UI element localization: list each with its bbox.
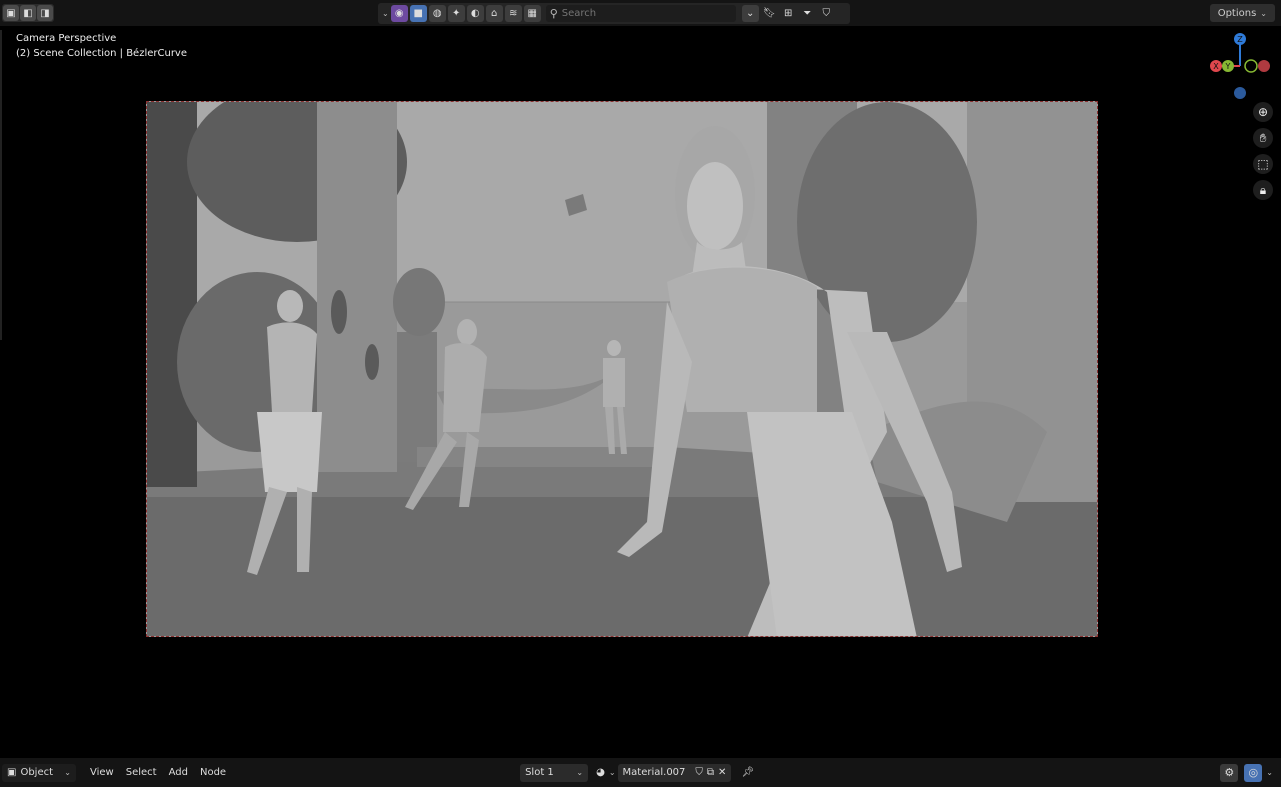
pin-icon[interactable]: 📌︎: [741, 767, 754, 778]
chevron-down-icon: ⌄: [576, 768, 584, 777]
pan-hand-icon[interactable]: ✋︎: [1253, 128, 1273, 148]
svg-text:Y: Y: [1225, 62, 1231, 71]
options-label: Options: [1217, 7, 1257, 19]
search-icon: ⚲: [549, 7, 558, 20]
mesh-filter-icon[interactable]: ◍: [428, 5, 446, 22]
material-sphere-icon: ◕: [596, 767, 605, 778]
chevron-down-icon: ⌄: [64, 768, 71, 777]
light-filter-icon[interactable]: ✦: [447, 5, 465, 22]
menu-select[interactable]: Select: [120, 767, 163, 778]
close-icon[interactable]: ✕: [718, 767, 726, 778]
axis-gizmo-icon[interactable]: Z Y X: [1207, 30, 1273, 100]
mode-dropdown[interactable]: ▣ Object ⌄: [2, 763, 76, 782]
select-box-icon[interactable]: ▣: [3, 5, 19, 21]
chevron-down-icon[interactable]: ⌄: [382, 9, 389, 18]
display-mode-icon[interactable]: ◉: [390, 5, 408, 22]
menu-view[interactable]: View: [84, 767, 120, 778]
svg-text:Z: Z: [1237, 35, 1243, 44]
object-filter-icon[interactable]: ■: [409, 5, 427, 22]
material-browser[interactable]: ◕ ⌄: [594, 764, 617, 782]
menu-node[interactable]: Node: [194, 767, 232, 778]
lock-icon[interactable]: 🔒︎: [1253, 180, 1273, 200]
shield-icon[interactable]: ⛉: [818, 5, 835, 22]
chevron-down-icon: ⌄: [1260, 8, 1267, 18]
viewport-nav-controls: ⊕ ✋︎ ⬚ 🔒︎: [1253, 102, 1273, 200]
hierarchy-icon[interactable]: ⊞: [780, 5, 797, 22]
menu-add[interactable]: Add: [163, 767, 194, 778]
image-filter-icon[interactable]: ▦: [523, 5, 541, 22]
view-name: Camera Perspective: [16, 33, 117, 44]
select-subtract-icon[interactable]: ◨: [37, 5, 53, 21]
empty-filter-icon[interactable]: ⌂: [485, 5, 503, 22]
scene-render: [147, 102, 1097, 636]
shading-toolbar: ⌄ ◉ ■ ◍ ✦ ◐ ⌂ ≋ ▦ ⚲ ⌄ 🔖︎ ⊞ ⏷ ⛉: [378, 3, 850, 24]
top-header: ▣ ◧ ◨ ⌄ ◉ ■ ◍ ✦ ◐ ⌂ ≋ ▦ ⚲ ⌄ 🔖︎ ⊞ ⏷ ⛉ Opt…: [0, 0, 1281, 26]
dropdown-icon[interactable]: ⌄: [741, 5, 759, 22]
camera-view-icon[interactable]: ⬚: [1253, 154, 1273, 174]
search-input[interactable]: [561, 8, 722, 19]
options-button[interactable]: Options ⌄: [1209, 4, 1275, 22]
bookmark-icon[interactable]: 🔖︎: [761, 5, 778, 22]
selection-mode-group: ▣ ◧ ◨: [2, 4, 54, 22]
overlay-icon[interactable]: ◎: [1244, 763, 1263, 782]
chevron-down-icon[interactable]: ⌄: [1266, 768, 1273, 777]
toolbar-edge: [0, 30, 2, 340]
other-filter-icon[interactable]: ≋: [504, 5, 522, 22]
active-object: (2) Scene Collection | BézlerCurve: [16, 48, 188, 59]
filter-icon[interactable]: ⏷: [799, 5, 816, 22]
fake-user-icon[interactable]: ⛉: [695, 767, 703, 778]
material-name-field[interactable]: Material.007 ⛉ ⧉ ✕: [617, 763, 732, 782]
snap-icon[interactable]: ⚙: [1220, 763, 1239, 782]
zoom-icon[interactable]: ⊕: [1253, 102, 1273, 122]
slot-dropdown[interactable]: Slot 1 ⌄: [520, 763, 589, 782]
mode-label: Object: [20, 767, 54, 778]
object-mode-icon: ▣: [7, 767, 17, 778]
navigation-gizmo[interactable]: Z Y X: [1207, 30, 1273, 100]
material-name: Material.007: [622, 767, 686, 778]
chevron-down-icon: ⌄: [608, 768, 616, 777]
bottom-header: ▣ Object ⌄ View Select Add Node Slot 1 ⌄…: [0, 758, 1281, 787]
slot-label: Slot 1: [525, 767, 554, 778]
select-extend-icon[interactable]: ◧: [20, 5, 36, 21]
camera-view-frame[interactable]: [146, 101, 1098, 637]
camera-filter-icon[interactable]: ◐: [466, 5, 484, 22]
duplicate-icon[interactable]: ⧉: [707, 767, 714, 778]
svg-text:X: X: [1213, 62, 1219, 71]
viewport-info: Camera Perspective (2) Scene Collection …: [16, 31, 187, 61]
search-field[interactable]: ⚲: [545, 5, 736, 22]
